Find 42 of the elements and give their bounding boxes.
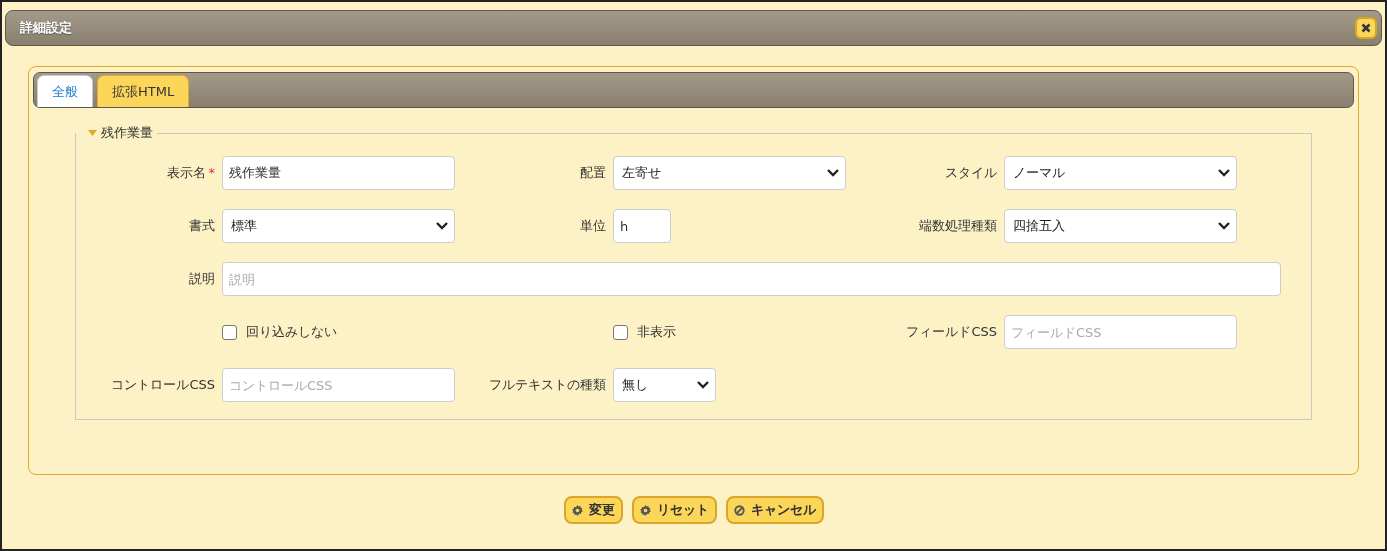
input-field[interactable]: フィールドCSS [1004,315,1237,349]
window-title: 詳細設定 [20,19,72,37]
field-label: 書式 [189,217,216,235]
input-field[interactable]: 残作業量 [222,156,455,190]
gear-icon [639,504,651,516]
tab[interactable]: 全般 [37,75,93,107]
chevron-down-icon [1218,222,1230,230]
checkbox-label: 回り込みしない [246,323,337,341]
field-label: コントロールCSS [111,377,215,392]
section-title: 残作業量 [101,124,153,142]
cancel-button[interactable]: キャンセル [725,496,824,524]
field-label: スタイル [945,164,998,182]
input-field[interactable]: コントロールCSS [222,368,455,402]
close-button[interactable] [1355,17,1377,39]
apply-button[interactable]: 変更 [563,496,623,524]
dropdown[interactable]: 無し [613,368,716,402]
field-label: 表示名 [166,165,206,180]
chevron-down-icon [436,222,448,230]
checkbox[interactable] [613,324,628,340]
field-label: 端数処理種類 [919,217,998,235]
field-label: 説明 [189,271,215,286]
checkbox[interactable] [222,324,237,340]
cancel-icon [733,504,745,516]
dropdown[interactable]: 四捨五入 [1004,209,1237,243]
checkbox-label: 非表示 [637,323,676,341]
chevron-down-icon [827,169,839,177]
tab[interactable]: 拡張HTML [97,75,190,107]
chevron-down-icon [1218,169,1230,177]
dropdown[interactable]: 左寄せ [613,156,846,190]
dropdown[interactable]: 標準 [222,209,455,243]
dropdown[interactable]: ノーマル [1004,156,1237,190]
input-field[interactable]: 説明 [222,262,1281,296]
field-label: 単位 [580,218,606,233]
field-label: 配置 [580,164,607,182]
reset-button[interactable]: リセット [631,496,717,524]
field-label: フルテキストの種類 [489,376,607,394]
field-label: フィールドCSS [906,324,997,339]
gear-icon [571,504,583,516]
required-mark: * [208,165,215,180]
close-icon [1361,23,1371,33]
chevron-down-icon [697,381,709,389]
input-field[interactable]: h [613,209,671,243]
